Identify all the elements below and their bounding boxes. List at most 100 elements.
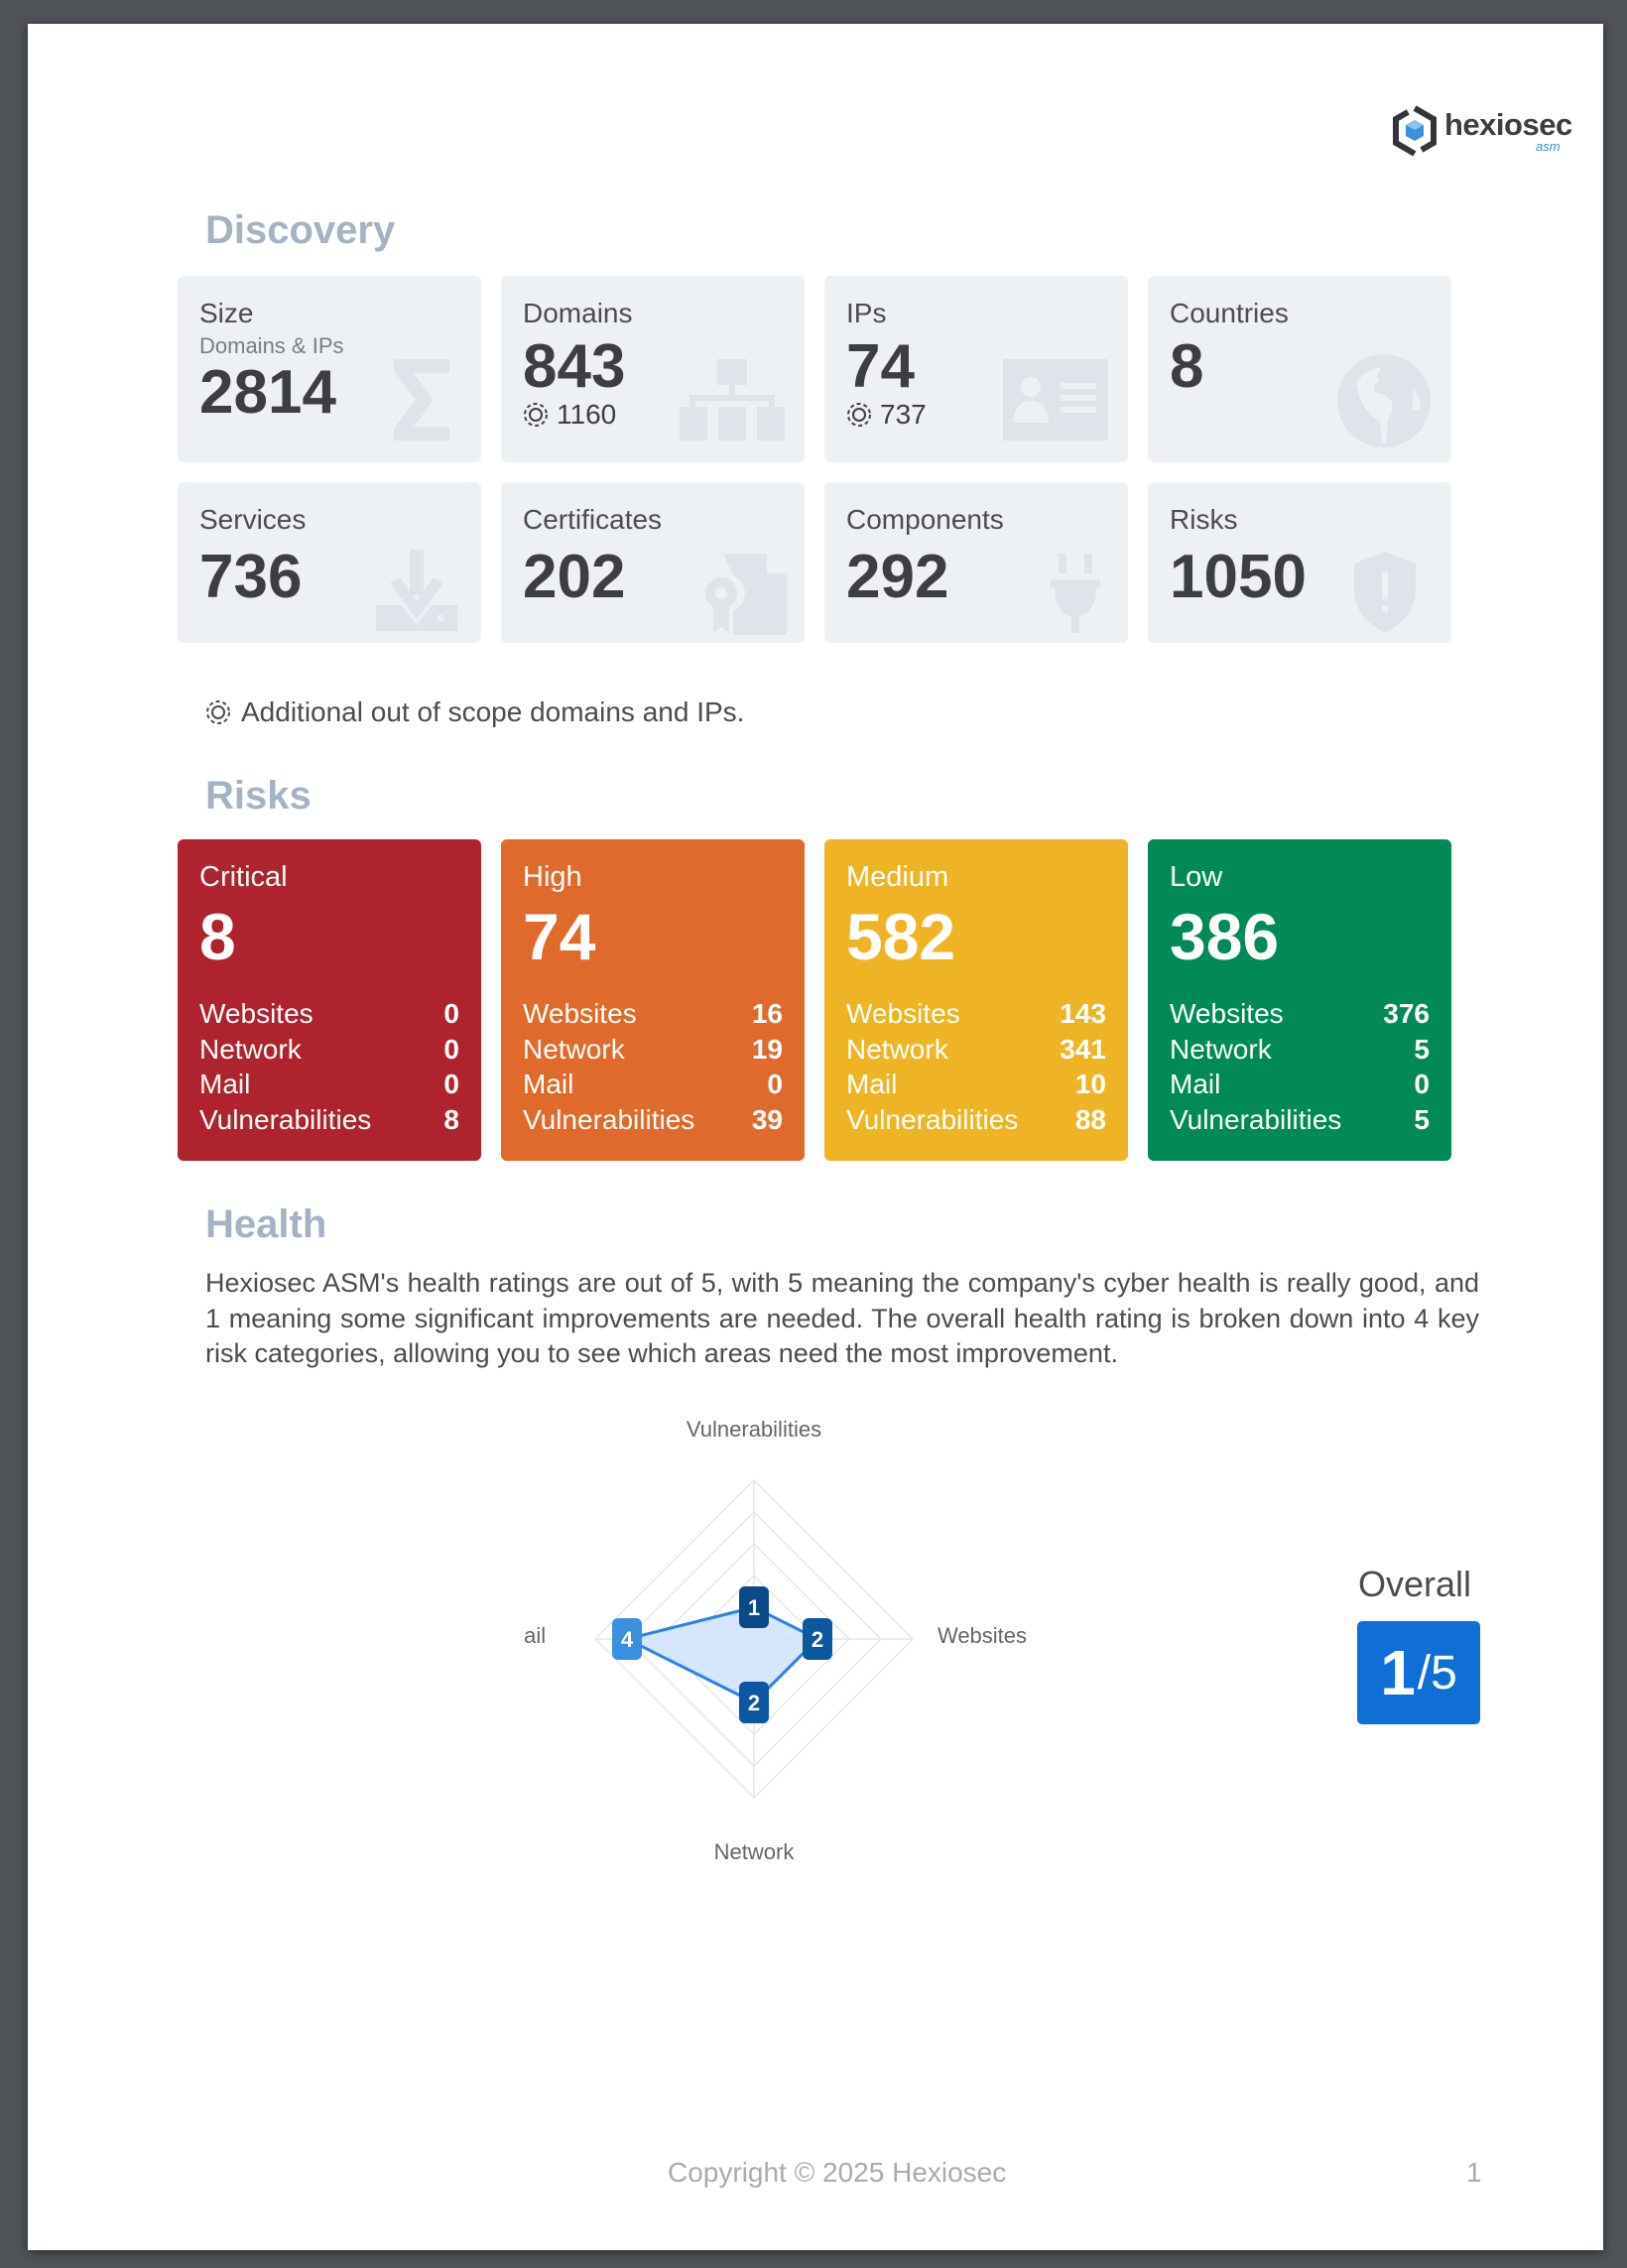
discovery-card-ips: IPs 74 737 <box>824 276 1128 462</box>
card-label: Countries <box>1170 298 1289 328</box>
row-label: Mail <box>1170 1069 1221 1099</box>
row-label: Vulnerabilities <box>523 1103 695 1135</box>
card-label: Components <box>846 504 1004 535</box>
out-of-scope-count: 1160 <box>523 399 616 431</box>
out-of-scope-icon <box>847 403 871 427</box>
risk-row-network: Network 19 <box>523 1032 783 1068</box>
radar-axis-label: Mail <box>524 1623 546 1648</box>
risk-level-total: 582 <box>846 900 956 973</box>
out-of-scope-note: Additional out of scope domains and IPs. <box>205 696 744 728</box>
id-card-icon <box>1003 359 1108 441</box>
row-value: 143 <box>1060 998 1106 1029</box>
radar-point-label: 2 <box>812 1627 823 1652</box>
row-value: 39 <box>751 1103 783 1135</box>
card-value: 292 <box>846 543 949 611</box>
row-label: Network <box>523 1033 625 1065</box>
row-label: Mail <box>523 1069 574 1099</box>
card-label: Risks <box>1170 504 1238 535</box>
radar-series-area <box>622 1605 820 1704</box>
radar-point-label: 1 <box>748 1595 760 1620</box>
row-label: Websites <box>1170 998 1284 1029</box>
card-sublabel: Domains & IPs <box>199 333 344 358</box>
health-radar-chart: Vulnerabilities Websites Network Mail 1 2 2 4 <box>524 1417 1027 1864</box>
brand-sub: asm <box>1536 139 1561 154</box>
card-label: Domains <box>523 298 633 328</box>
row-label: Mail <box>199 1069 251 1099</box>
risk-row-websites: Websites 0 <box>199 996 459 1032</box>
shield-alert-icon <box>1354 552 1416 633</box>
row-value: 5 <box>1414 1103 1430 1135</box>
row-value: 341 <box>1060 1033 1106 1065</box>
card-value: 202 <box>523 543 626 611</box>
radar-axis-label: Websites <box>938 1623 1027 1648</box>
row-label: Network <box>1170 1033 1272 1065</box>
row-label: Network <box>199 1033 302 1065</box>
row-value: 5 <box>1414 1033 1430 1065</box>
health-description: Hexiosec ASM's health ratings are out of… <box>205 1268 1479 1368</box>
risk-row-network: Network 5 <box>1170 1032 1430 1068</box>
footer-copyright: Copyright © 2025 Hexiosec <box>668 2157 1007 2188</box>
risk-level-label: High <box>523 861 582 893</box>
risk-row-vulnerabilities: Vulnerabilities 39 <box>523 1102 783 1138</box>
discovery-title: Discovery <box>205 208 396 252</box>
row-value: 376 <box>1383 998 1430 1029</box>
report-page: hexiosec asm Discovery Size Domains & IP… <box>28 24 1603 2250</box>
discovery-card-services: Services 736 <box>178 482 481 643</box>
risk-row-websites: Websites 376 <box>1170 996 1430 1032</box>
row-value: 0 <box>443 1033 459 1065</box>
row-value: 88 <box>1074 1103 1106 1135</box>
card-label: IPs <box>846 298 887 328</box>
health-title: Health <box>205 1202 327 1246</box>
risk-row-network: Network 341 <box>846 1032 1106 1068</box>
out-of-scope-count: 737 <box>846 399 927 431</box>
row-value: 16 <box>751 998 783 1029</box>
row-value: 8 <box>443 1103 459 1135</box>
risk-level-label: Low <box>1170 861 1223 893</box>
row-label: Websites <box>846 998 960 1029</box>
out-of-scope-value: 737 <box>880 399 927 430</box>
card-value: 843 <box>523 332 626 401</box>
risk-row-websites: Websites 143 <box>846 996 1106 1032</box>
download-icon <box>376 550 457 631</box>
risk-card-low: Low 386 Websites 376 Network 5 Mail 0 Vulne… <box>1148 839 1451 1161</box>
page-number: 1 <box>1466 2157 1482 2188</box>
overall-rating-badge: 1 /5 <box>1357 1621 1480 1724</box>
risk-row-vulnerabilities: Vulnerabilities 8 <box>199 1102 459 1138</box>
discovery-card-certificates: Certificates 202 <box>501 482 805 643</box>
row-label: Vulnerabilities <box>199 1103 372 1135</box>
overall-rating-max: /5 <box>1417 1646 1457 1700</box>
certificate-icon <box>705 554 787 635</box>
risk-level-total: 8 <box>199 900 236 973</box>
discovery-card-domains: Domains 843 1160 <box>501 276 805 462</box>
risks-title: Risks <box>205 774 312 818</box>
risk-card-high: High 74 Websites 16 Network 19 Mail 0 Vulne… <box>501 839 805 1161</box>
discovery-card-size: Size Domains & IPs 2814 <box>178 276 481 462</box>
card-label: Services <box>199 504 307 535</box>
row-label: Vulnerabilities <box>846 1103 1019 1135</box>
risk-level-label: Medium <box>846 861 949 893</box>
card-value: 736 <box>199 543 303 611</box>
risk-row-mail: Mail 10 <box>846 1067 1106 1102</box>
card-label: Size <box>199 298 254 328</box>
note-text: Additional out of scope domains and IPs. <box>241 696 745 727</box>
radar-axis-label: Vulnerabilities <box>687 1417 821 1442</box>
row-label: Vulnerabilities <box>1170 1103 1342 1135</box>
sigma-icon <box>394 359 449 441</box>
radar-point-label: 2 <box>748 1691 760 1715</box>
risk-level-total: 74 <box>523 900 596 973</box>
row-value: 19 <box>751 1033 783 1065</box>
card-value: 2814 <box>199 358 336 427</box>
card-value: 1050 <box>1170 543 1307 611</box>
globe-icon <box>1337 354 1431 447</box>
risk-row-mail: Mail 0 <box>1170 1067 1430 1102</box>
row-label: Websites <box>199 998 313 1029</box>
hexagon-logo-icon <box>1393 105 1437 157</box>
overall-label: Overall <box>1358 1564 1472 1604</box>
risk-card-medium: Medium 582 Websites 143 Network 341 Mail 10… <box>824 839 1128 1161</box>
row-label: Network <box>846 1033 948 1065</box>
row-value: 0 <box>1414 1069 1430 1099</box>
plug-icon <box>1051 554 1100 633</box>
out-of-scope-value: 1160 <box>557 399 617 430</box>
risk-row-websites: Websites 16 <box>523 996 783 1032</box>
row-label: Mail <box>846 1069 898 1099</box>
